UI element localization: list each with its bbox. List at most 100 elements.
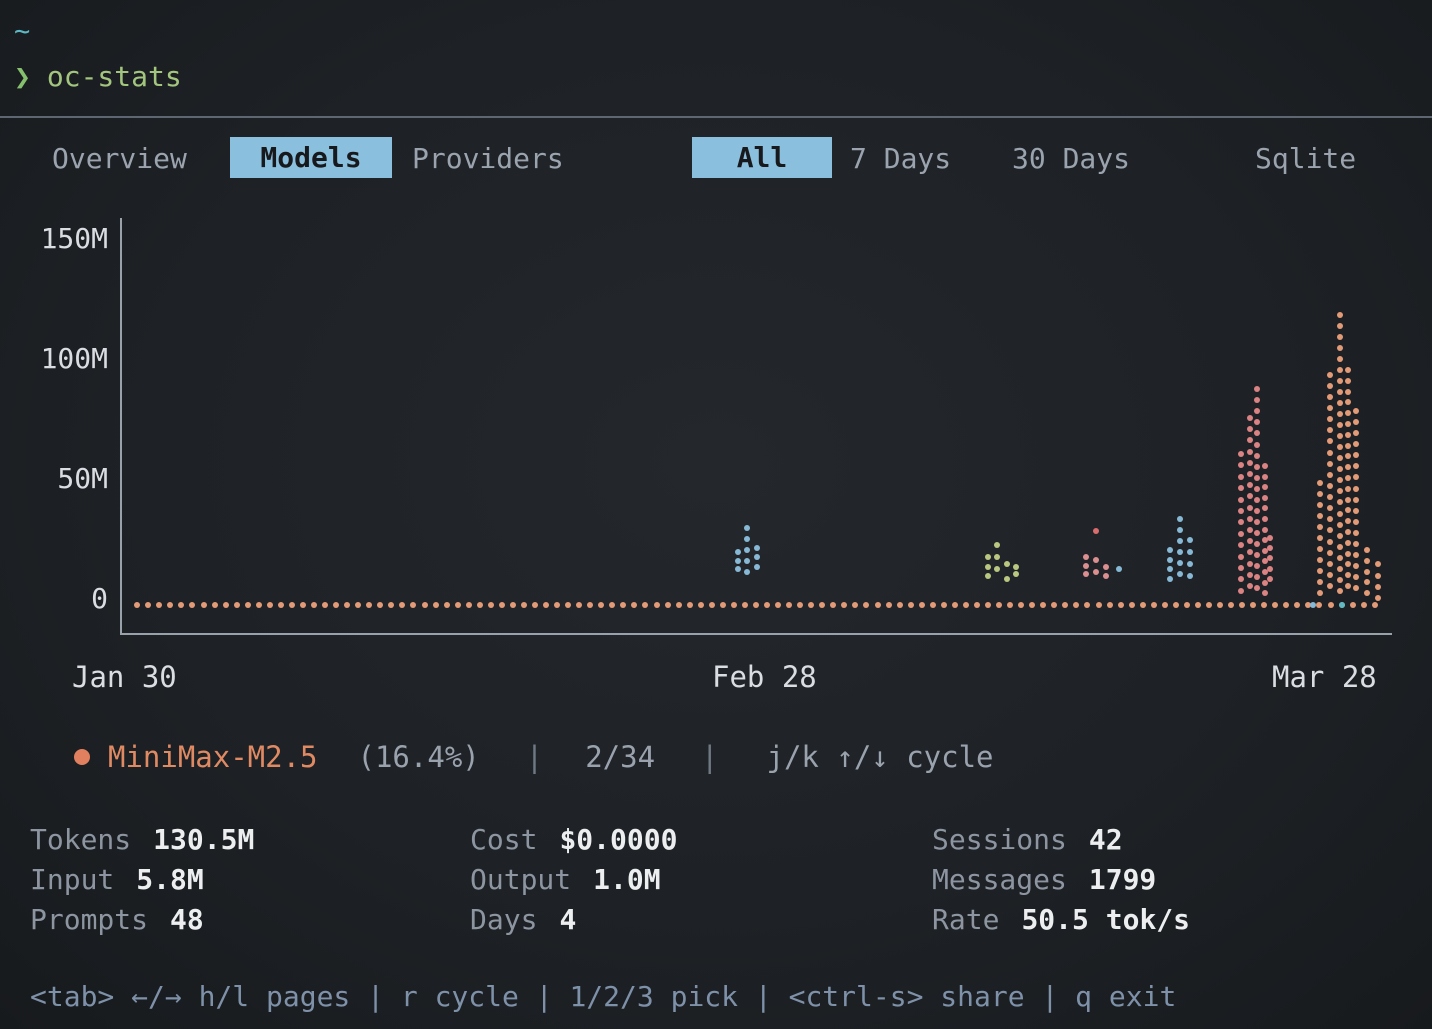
- chart-dot: [1239, 602, 1245, 608]
- chart-dot: [1327, 561, 1333, 567]
- chart-dot: [1018, 602, 1024, 608]
- chart-dot: [1247, 437, 1253, 443]
- chart-dot: [1317, 590, 1323, 596]
- chart-dot: [1151, 602, 1157, 608]
- chart-dot: [963, 602, 969, 608]
- chart-dot: [1337, 312, 1343, 318]
- chart-dot: [1247, 516, 1253, 522]
- chart-dot: [1118, 602, 1124, 608]
- chart-dot: [731, 602, 737, 608]
- chart-dot: [1345, 475, 1351, 481]
- chart-dot: [1238, 497, 1244, 503]
- tab-providers[interactable]: Providers: [412, 142, 564, 175]
- chart-dot: [1096, 602, 1102, 608]
- chart-dot: [289, 602, 295, 608]
- chart-dot: [134, 602, 140, 608]
- tab-range-all[interactable]: All: [692, 137, 832, 178]
- chart-dot: [1353, 452, 1359, 458]
- stat-label: Messages: [932, 863, 1067, 896]
- chart-dot: [1317, 546, 1323, 552]
- terminal-window: { "terminal": { "path_line": "~", "promp…: [0, 0, 1432, 1029]
- chart-dot: [1353, 486, 1359, 492]
- chart-dot: [994, 566, 1000, 572]
- chart-dot: [1262, 495, 1268, 501]
- chart-dot: [1345, 443, 1351, 449]
- chart-dot: [1247, 415, 1253, 421]
- chart-dot: [1337, 511, 1343, 517]
- chart-dot: [1007, 602, 1013, 608]
- chart-dot: [1353, 519, 1359, 525]
- chart-dot: [1337, 588, 1343, 594]
- chart-dot: [1317, 480, 1323, 486]
- chart-dot: [189, 602, 195, 608]
- chart-dot: [1364, 569, 1370, 575]
- chart-dot: [886, 602, 892, 608]
- chart-dot: [1345, 453, 1351, 459]
- chart-dot: [985, 564, 991, 570]
- stat-value: 42: [1089, 823, 1123, 856]
- chart-dot: [532, 602, 538, 608]
- chart-dot: [1337, 411, 1343, 417]
- chart-dot: [234, 602, 240, 608]
- chart-dot: [1247, 493, 1253, 499]
- chart-dot: [167, 602, 173, 608]
- legend-marker-icon: [74, 749, 90, 765]
- chart-dot: [1254, 430, 1260, 436]
- chart-dot: [1238, 554, 1244, 560]
- chart-dot: [1327, 505, 1333, 511]
- chart-dot: [1254, 574, 1260, 580]
- chart-dot: [1247, 426, 1253, 432]
- chart-dot: [1337, 444, 1343, 450]
- stat-label: Input: [30, 863, 114, 896]
- legend-model-name[interactable]: MiniMax-M2.5: [108, 740, 318, 774]
- tab-sqlite[interactable]: Sqlite: [1255, 142, 1356, 175]
- chart-dot: [1173, 602, 1179, 608]
- chart-dot: [1345, 551, 1351, 557]
- chart-dot: [1247, 549, 1253, 555]
- chart-dot: [941, 602, 947, 608]
- chart-dot: [1062, 602, 1068, 608]
- chart-dot: [1337, 488, 1343, 494]
- chart-dot: [1345, 464, 1351, 470]
- chart-dot: [852, 602, 858, 608]
- chart-dot: [1103, 564, 1109, 570]
- chart-dot: [1327, 516, 1333, 522]
- chart-dot: [1337, 566, 1343, 572]
- chart-dot: [754, 564, 760, 570]
- chart-dot: [754, 554, 760, 560]
- stat-output: Output1.0M: [470, 860, 677, 900]
- chart-dot: [1238, 519, 1244, 525]
- tab-range-30-days[interactable]: 30 Days: [1012, 142, 1130, 175]
- chart-dot: [875, 602, 881, 608]
- chart-dot: [1247, 482, 1253, 488]
- chart-dot: [1004, 576, 1010, 582]
- stats-column-2: Cost$0.0000 Output1.0M Days4: [470, 820, 677, 940]
- shell-command: oc-stats: [47, 60, 182, 93]
- stat-value: $0.0000: [559, 823, 677, 856]
- chart-dot: [1327, 472, 1333, 478]
- chart-dot: [1317, 524, 1323, 530]
- chart-dot: [543, 602, 549, 608]
- chart-dot: [377, 602, 383, 608]
- chart-dot: [1262, 590, 1268, 596]
- chart-dot: [1254, 530, 1260, 536]
- chart-dot: [1167, 576, 1173, 582]
- chart-dot: [1364, 558, 1370, 564]
- chart-dot: [1345, 561, 1351, 567]
- chart-dot: [735, 558, 741, 564]
- tab-overview[interactable]: Overview: [52, 142, 187, 175]
- chart-dot: [598, 602, 604, 608]
- chart-dot: [1337, 477, 1343, 483]
- chart-dot: [1167, 557, 1173, 563]
- tab-models[interactable]: Models: [230, 137, 392, 178]
- chart-dot: [1361, 602, 1367, 608]
- chart-dot: [322, 602, 328, 608]
- stat-value: 1799: [1089, 863, 1156, 896]
- chart-dot: [1294, 602, 1300, 608]
- chart-dot: [1353, 430, 1359, 436]
- chart-dot: [1254, 442, 1260, 448]
- chart-dot: [1254, 552, 1260, 558]
- tab-range-7-days[interactable]: 7 Days: [850, 142, 951, 175]
- chart-dot: [223, 602, 229, 608]
- chart-dot: [1317, 557, 1323, 563]
